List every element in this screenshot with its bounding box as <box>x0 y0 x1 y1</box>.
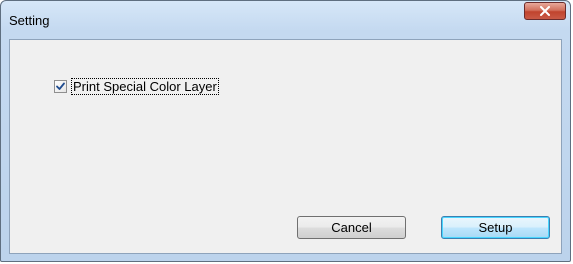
checkmark-icon <box>56 82 65 90</box>
print-special-color-layer-checkbox[interactable] <box>54 79 67 93</box>
title-bar[interactable]: Setting <box>1 1 570 37</box>
cancel-button[interactable]: Cancel <box>297 216 406 239</box>
close-button[interactable] <box>524 2 566 20</box>
print-special-color-layer-option[interactable]: Print Special Color Layer <box>54 77 219 95</box>
dialog-body: Print Special Color Layer Cancel Setup <box>9 39 562 254</box>
window-title: Setting <box>9 13 50 28</box>
setup-button[interactable]: Setup <box>441 216 550 239</box>
print-special-color-layer-label[interactable]: Print Special Color Layer <box>71 77 219 95</box>
close-icon <box>540 6 550 16</box>
setting-dialog: Setting Print Special Color Layer Cancel… <box>0 0 571 262</box>
